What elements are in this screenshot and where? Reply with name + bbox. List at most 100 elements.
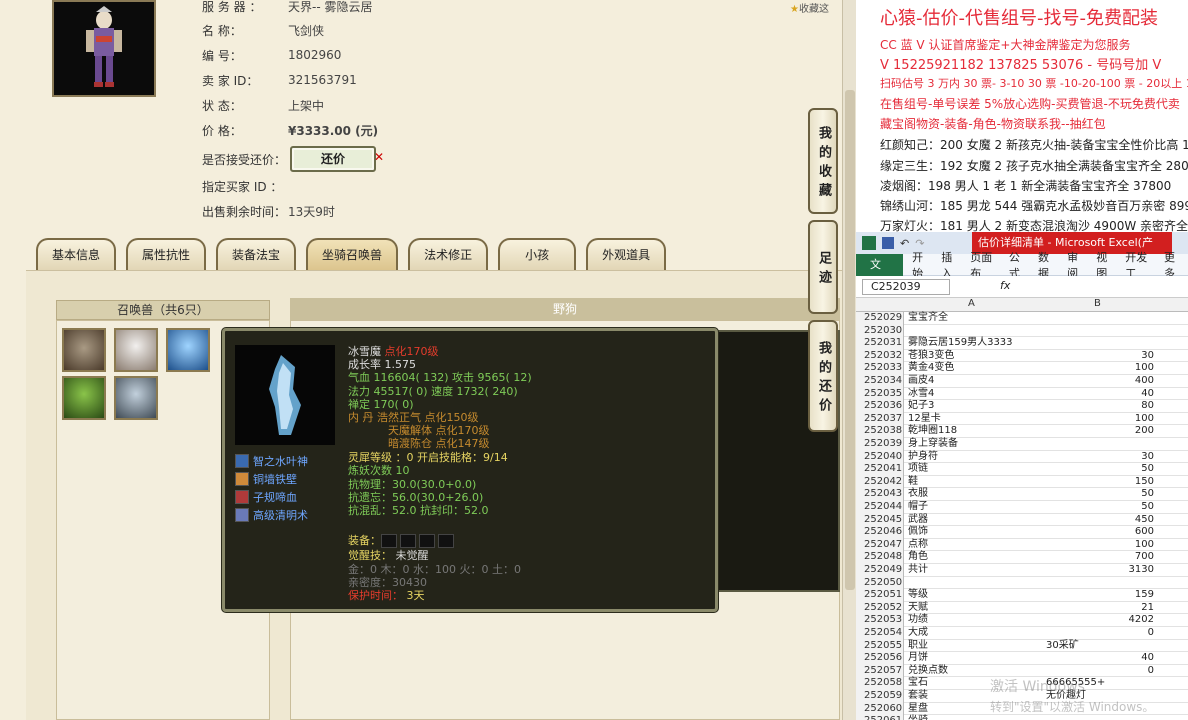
equip-slot-1[interactable] <box>381 534 397 548</box>
row-number[interactable]: 252035 <box>856 387 904 401</box>
fx-icon[interactable]: fx <box>1000 279 1010 292</box>
row-number[interactable]: 252032 <box>856 349 904 363</box>
tab-appearance[interactable]: 外观道具 <box>586 238 667 270</box>
tab-spells[interactable]: 法术修正 <box>408 238 489 270</box>
cell-a[interactable]: 共计 <box>908 564 1042 576</box>
row-number[interactable]: 252045 <box>856 513 904 527</box>
sheet-row[interactable]: 252049 共计 3130 <box>856 564 1188 577</box>
row-number[interactable]: 252044 <box>856 501 904 514</box>
equip-slot-2[interactable] <box>400 534 416 548</box>
row-number[interactable]: 252049 <box>856 564 904 577</box>
cell-b[interactable]: 50 <box>1042 463 1154 475</box>
cell-a[interactable]: 点称 <box>908 539 1042 551</box>
row-number[interactable]: 252055 <box>856 639 904 653</box>
cell-b[interactable]: 450 <box>1042 514 1154 526</box>
cell-a[interactable]: 坐骑 <box>908 715 1042 720</box>
cell-a[interactable]: 等级 <box>908 589 1042 601</box>
row-number[interactable]: 252051 <box>856 589 904 602</box>
row-number[interactable]: 252031 <box>856 337 904 350</box>
haggle-button[interactable]: 还价 <box>290 146 376 172</box>
cell-b[interactable]: 200 <box>1042 425 1154 437</box>
cell-a[interactable]: 身上穿装备 <box>908 438 1042 450</box>
cell-a[interactable]: 功绩 <box>908 614 1042 626</box>
cell-a[interactable]: 佩饰 <box>908 526 1042 538</box>
sheet-row[interactable]: 252042 鞋 150 <box>856 475 1188 489</box>
cell-b[interactable]: 0 <box>1042 665 1154 677</box>
row-number[interactable]: 252057 <box>856 664 904 678</box>
skill-2[interactable]: 铜墙铁壁 <box>235 471 297 487</box>
sheet-row[interactable]: 252055 职业 30采矿 <box>856 639 1188 653</box>
cell-a[interactable]: 月饼 <box>908 652 1042 664</box>
cell-a[interactable]: 帽子 <box>908 501 1042 513</box>
sheet-row[interactable]: 252053 功绩 4202 <box>856 614 1188 627</box>
cell-a[interactable]: 衣服 <box>908 488 1042 500</box>
pet-fairy-icon[interactable] <box>114 328 158 372</box>
sheet-row[interactable]: 252033 黄金4变色 100 <box>856 362 1188 375</box>
tab-equipment[interactable]: 装备法宝 <box>216 238 297 270</box>
cell-a[interactable]: 雾隐云居159男人3333 <box>908 337 1042 349</box>
sheet-row[interactable]: 252047 点称 100 <box>856 538 1188 552</box>
sheet-row[interactable]: 252048 角色 700 <box>856 551 1188 564</box>
row-number[interactable]: 252059 <box>856 690 904 703</box>
col-header-b[interactable]: B <box>1094 298 1101 309</box>
cell-a[interactable]: 画皮4 <box>908 375 1042 387</box>
cell-a[interactable]: 天赋 <box>908 602 1042 614</box>
row-number[interactable]: 252038 <box>856 425 904 438</box>
sheet-row[interactable]: 252029 宝宝齐全 <box>856 312 1188 325</box>
cell-b[interactable]: 80 <box>1042 400 1154 412</box>
cell-b[interactable]: 30 <box>1042 451 1154 463</box>
sheet-row[interactable]: 252044 帽子 50 <box>856 501 1188 514</box>
tab-pets[interactable]: 坐骑召唤兽 <box>306 238 399 270</box>
tab-children[interactable]: 小孩 <box>498 238 577 270</box>
skill-1[interactable]: 智之水叶神 <box>235 453 308 469</box>
row-number[interactable]: 252048 <box>856 551 904 564</box>
skill-3[interactable]: 子规啼血 <box>235 489 297 505</box>
cell-a[interactable]: 项链 <box>908 463 1042 475</box>
equip-slot-3[interactable] <box>419 534 435 548</box>
row-number[interactable]: 252043 <box>856 488 904 501</box>
row-number[interactable]: 252053 <box>856 614 904 627</box>
equip-slot-4[interactable] <box>438 534 454 548</box>
row-number[interactable]: 252047 <box>856 538 904 552</box>
cell-b[interactable]: 4202 <box>1042 614 1154 626</box>
cell-a[interactable]: 12星卡 <box>908 413 1042 425</box>
cell-a[interactable]: 黄金4变色 <box>908 362 1042 374</box>
cell-b[interactable]: 159 <box>1042 589 1154 601</box>
cell-b[interactable]: 30 <box>1042 350 1154 362</box>
cell-b[interactable]: 40 <box>1042 388 1154 400</box>
cell-a[interactable]: 宝宝齐全 <box>908 312 1042 324</box>
cell-b[interactable]: 0 <box>1042 627 1154 639</box>
sheet-row[interactable]: 252032 苍狼3变色 30 <box>856 349 1188 363</box>
my-haggle-button[interactable]: 我的还价 <box>808 320 838 432</box>
sheet-row[interactable]: 252037 12星卡 100 <box>856 412 1188 426</box>
row-number[interactable]: 252050 <box>856 576 904 590</box>
sheet-row[interactable]: 252041 项链 50 <box>856 463 1188 476</box>
cell-a[interactable]: 大成 <box>908 627 1042 639</box>
cell-a[interactable]: 妃子3 <box>908 400 1042 412</box>
row-number[interactable]: 252054 <box>856 627 904 640</box>
tab-basic[interactable]: 基本信息 <box>36 238 117 270</box>
row-number[interactable]: 252036 <box>856 400 904 413</box>
skill-4[interactable]: 高级清明术 <box>235 507 308 523</box>
scrollbar-thumb[interactable] <box>845 90 855 590</box>
row-number[interactable]: 252040 <box>856 450 904 464</box>
save-icon[interactable] <box>882 237 894 249</box>
row-number[interactable]: 252033 <box>856 362 904 375</box>
row-number[interactable]: 252030 <box>856 324 904 338</box>
sheet-row[interactable]: 252052 天赋 21 <box>856 601 1188 615</box>
row-number[interactable]: 252060 <box>856 702 904 716</box>
cell-b[interactable]: 700 <box>1042 551 1154 563</box>
sheet-row[interactable]: 252031 雾隐云居159男人3333 <box>856 337 1188 350</box>
pet-wolf-icon[interactable] <box>62 328 106 372</box>
row-number[interactable]: 252046 <box>856 526 904 539</box>
sheet-row[interactable]: 252036 妃子3 80 <box>856 400 1188 413</box>
ribbon-tab-file[interactable]: 文件 <box>856 253 904 293</box>
row-number[interactable]: 252041 <box>856 463 904 476</box>
sheet-row[interactable]: 252056 月饼 40 <box>856 652 1188 665</box>
row-number[interactable]: 252029 <box>856 312 904 325</box>
cell-b[interactable]: 100 <box>1042 539 1154 551</box>
cell-b[interactable]: 600 <box>1042 526 1154 538</box>
row-number[interactable]: 252056 <box>856 652 904 665</box>
cell-b[interactable]: 100 <box>1042 413 1154 425</box>
sheet-row[interactable]: 252046 佩饰 600 <box>856 526 1188 539</box>
